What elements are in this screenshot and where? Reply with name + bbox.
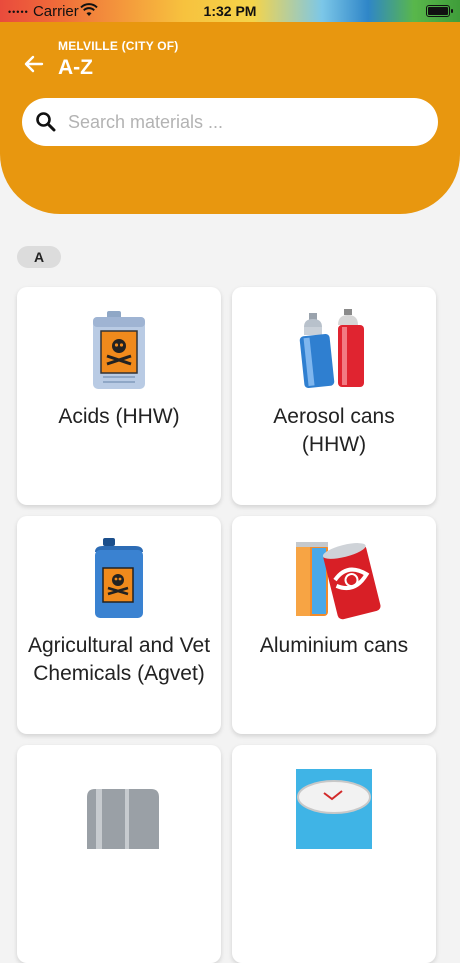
status-time: 1:32 PM: [203, 3, 257, 19]
material-card-aluminium-tray[interactable]: [232, 745, 436, 963]
chemical-drum-icon: [95, 538, 143, 618]
battery-icon: [426, 5, 453, 17]
section-letter-badge: A: [17, 246, 61, 268]
aerosol-cans-icon: [299, 309, 364, 389]
material-card-aluminium-foil[interactable]: [17, 745, 221, 963]
material-card-agvet-chemicals[interactable]: Agricultural and Vet Chemicals (Agvet): [17, 516, 221, 734]
material-label: Aluminium cans: [259, 634, 409, 657]
material-card-aerosol-cans[interactable]: Aerosol cans (HHW): [232, 287, 436, 505]
aluminium-tray-icon: [296, 769, 372, 849]
material-card-acids[interactable]: Acids (HHW): [17, 287, 221, 505]
aluminium-cans-icon: [296, 542, 381, 620]
material-label: Agricultural and Vet Chemicals (Agvet): [27, 634, 211, 685]
search-bar[interactable]: [22, 98, 438, 146]
page-header: MELVILLE (CITY OF) A-Z: [0, 22, 460, 214]
acid-container-icon: [93, 311, 145, 389]
council-name: MELVILLE (CITY OF): [58, 39, 179, 53]
aluminium-foil-icon: [87, 789, 159, 849]
page-title: A-Z: [58, 56, 93, 79]
material-label: Aerosol cans (HHW): [273, 405, 395, 456]
material-label: Acids (HHW): [58, 405, 180, 428]
back-arrow-icon[interactable]: [22, 52, 46, 76]
status-bar: ••••• Carrier 1:32 PM: [0, 0, 460, 22]
search-icon: [36, 112, 56, 132]
material-card-aluminium-cans[interactable]: Aluminium cans: [232, 516, 436, 734]
search-input[interactable]: [68, 108, 418, 136]
